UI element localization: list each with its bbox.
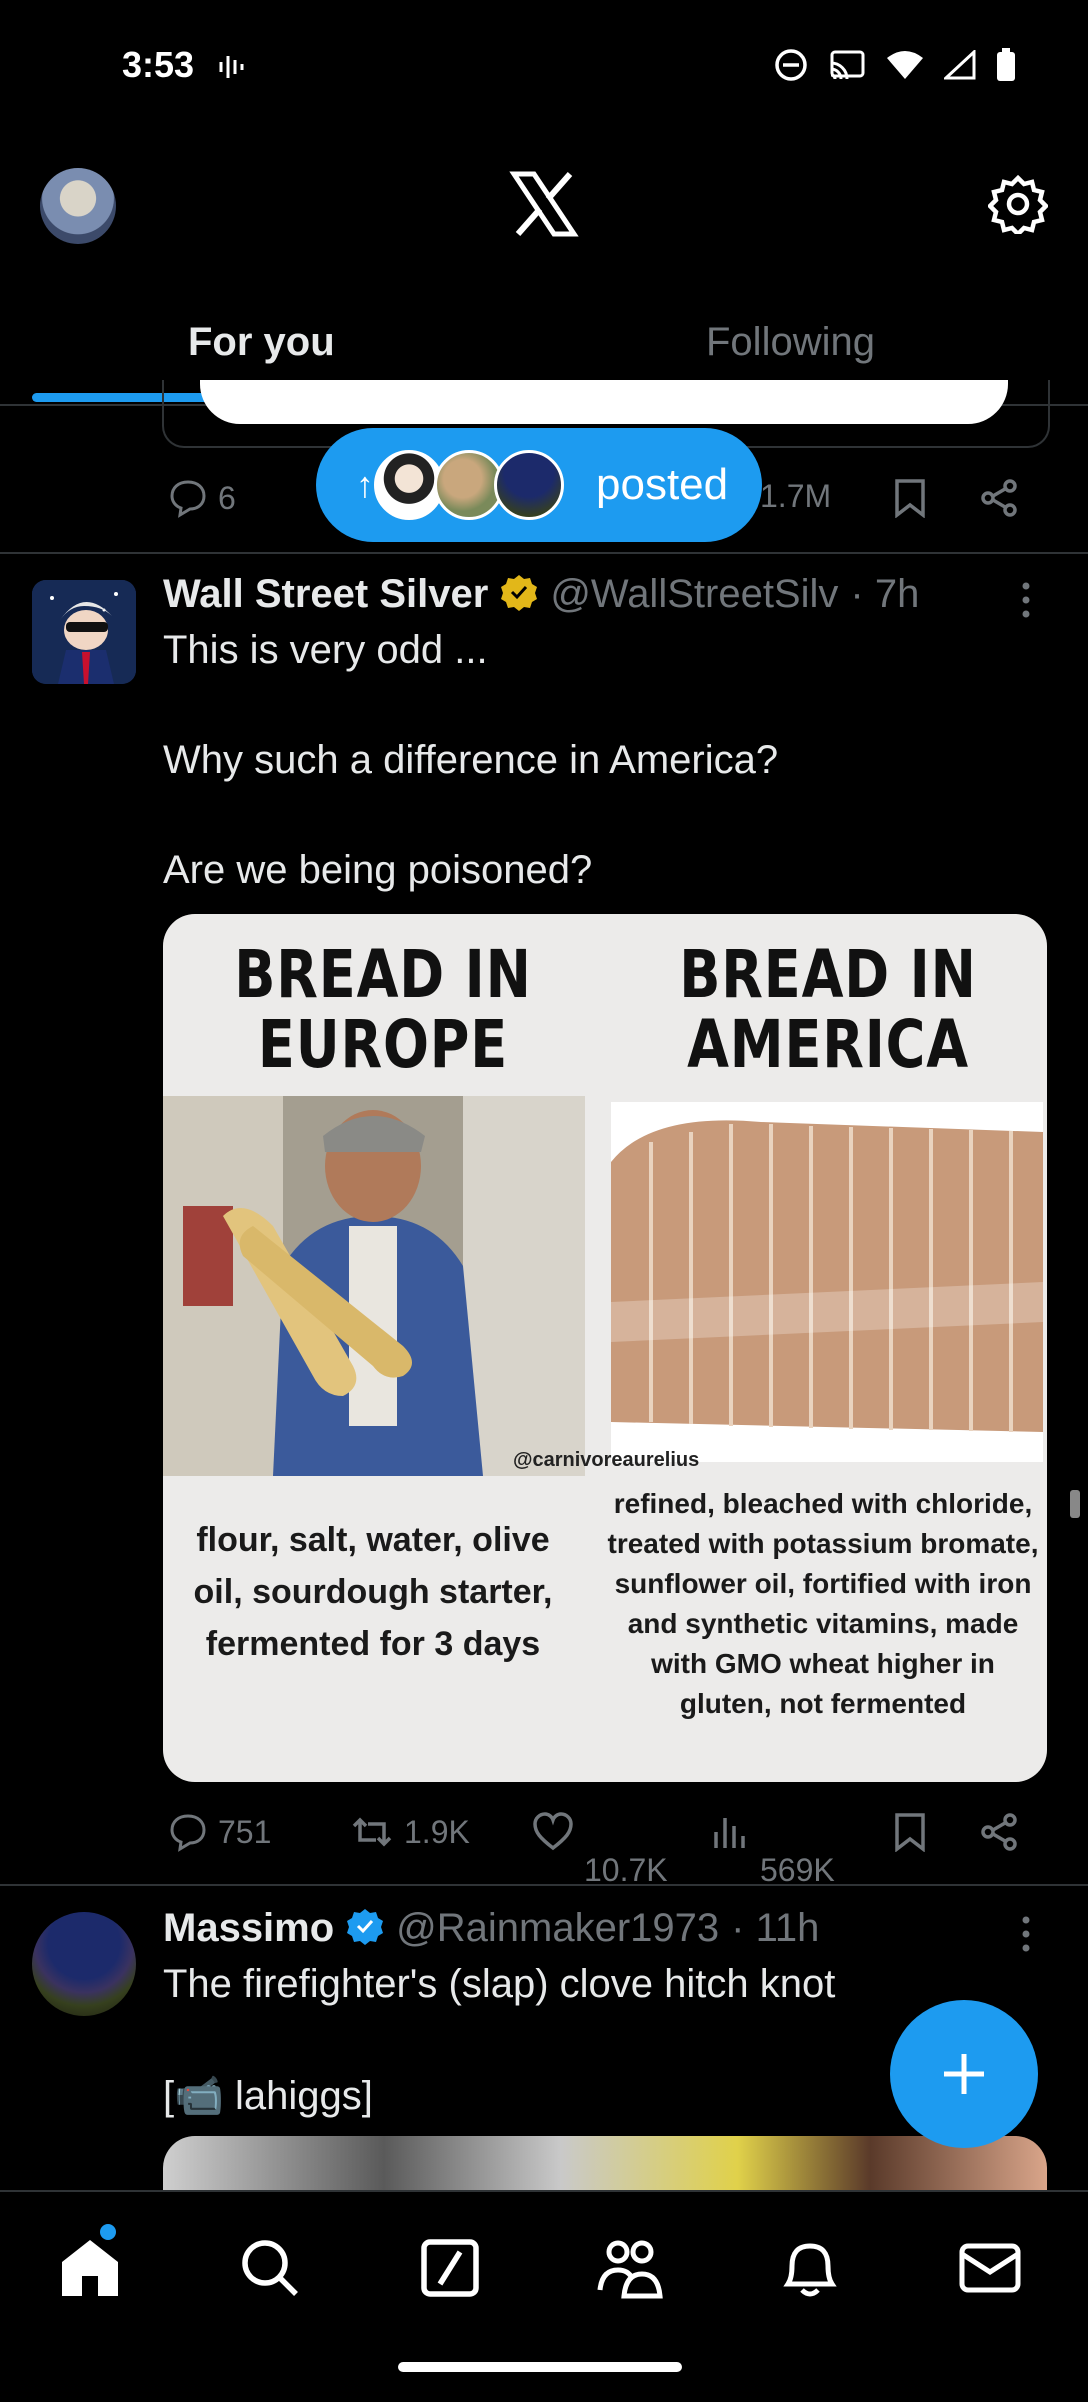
do-not-disturb-icon [774, 48, 808, 87]
bookmark-button[interactable] [892, 478, 928, 518]
divider [0, 1884, 1088, 1886]
gold-verified-badge-icon [500, 573, 538, 616]
more-options-icon[interactable] [1010, 578, 1042, 627]
post-time: · 11h [731, 1906, 820, 1950]
divider [0, 552, 1088, 554]
image-caption-right: refined, bleached with chloride, treated… [607, 1488, 1039, 1719]
voice-activity-icon [218, 52, 246, 87]
status-time: 3:53 [122, 44, 195, 85]
reply-count: 6 [218, 479, 236, 516]
tab-following[interactable]: Following [706, 320, 875, 365]
post-time: · 7h [850, 572, 920, 616]
x-logo-icon [508, 168, 580, 240]
plus-icon [944, 2054, 984, 2094]
share-button[interactable] [980, 1812, 1020, 1852]
wifi-icon [886, 50, 924, 85]
share-button[interactable] [980, 478, 1020, 518]
reply-icon [170, 480, 206, 518]
author-handle[interactable]: @Rainmaker1973 [396, 1906, 719, 1951]
man-with-baguettes-photo [163, 1096, 585, 1476]
view-count: 1.7M [760, 478, 832, 514]
more-options-icon[interactable] [1010, 1912, 1042, 1961]
posted-label: posted [596, 460, 729, 509]
repost-button[interactable]: 1.9K [350, 1812, 470, 1852]
cell-signal-icon [942, 48, 976, 85]
mail-icon [959, 2243, 1021, 2293]
tweet-text: Why such a difference in America? [163, 738, 779, 782]
communities-icon [597, 2240, 663, 2299]
nav-grok[interactable] [414, 2232, 486, 2304]
avatar[interactable] [32, 1912, 136, 2016]
author-name[interactable]: Massimo [163, 1906, 334, 1951]
blue-verified-badge-icon [346, 1907, 384, 1950]
image-heading-left: BREAD IN EUROPE [234, 936, 532, 1083]
repost-count: 1.9K [404, 1813, 470, 1850]
search-icon [242, 2240, 298, 2296]
battery-icon [996, 48, 1016, 87]
avatar [494, 450, 564, 520]
home-gesture-bar[interactable] [398, 2362, 682, 2372]
bookmark-button[interactable] [892, 1812, 928, 1852]
image-caption-left: flour, salt, water, olive oil, sourdough… [193, 1521, 553, 1663]
new-posts-pill[interactable]: ↑ posted [316, 428, 762, 542]
avatar[interactable] [32, 580, 136, 684]
grok-icon [421, 2239, 479, 2297]
home-icon [62, 2240, 118, 2296]
settings-gear-icon[interactable] [986, 174, 1050, 238]
nav-communities[interactable] [594, 2232, 666, 2304]
views-button[interactable] [712, 1812, 748, 1852]
scrollbar-thumb[interactable] [1070, 1490, 1080, 1518]
views-count-button[interactable]: 1.7M [760, 478, 831, 515]
unread-dot [100, 2224, 116, 2240]
cast-icon [828, 49, 866, 86]
reply-count: 751 [218, 1813, 272, 1850]
reply-icon [170, 1814, 206, 1852]
tweet-header: Massimo @Rainmaker1973 · 11h [163, 1906, 819, 1951]
image-heading-right: BREAD IN AMERICA [679, 936, 977, 1083]
author-name[interactable]: Wall Street Silver [163, 572, 488, 617]
tweet-text: This is very odd ... [163, 628, 488, 672]
tweet-image[interactable]: BREAD IN EUROPE BREAD IN AMERICA @carniv… [163, 914, 1047, 1782]
tab-for-you[interactable]: For you [188, 320, 335, 365]
bookmark-icon [895, 479, 925, 518]
sliced-bread-photo [611, 1102, 1043, 1462]
tweet-video[interactable] [163, 2136, 1047, 2190]
heart-icon [533, 1812, 573, 1851]
tweet-text: [📹 lahiggs] [163, 2074, 373, 2118]
nav-home[interactable] [54, 2232, 126, 2304]
repost-icon [352, 1817, 392, 1847]
nav-messages[interactable] [954, 2232, 1026, 2304]
reply-button[interactable]: 751 [168, 1812, 271, 1852]
like-button[interactable] [532, 1812, 574, 1852]
tweet-header: Wall Street Silver @WallStreetSilv · 7h [163, 572, 919, 617]
tweet-text: Are we being poisoned? [163, 848, 593, 892]
profile-avatar[interactable] [40, 168, 116, 244]
quoted-post-media [200, 380, 1008, 424]
image-watermark: @carnivoreaurelius [513, 1449, 700, 1471]
bell-icon [783, 2243, 837, 2297]
share-icon [981, 1813, 1017, 1851]
nav-search[interactable] [234, 2232, 306, 2304]
tweet-text: The firefighter's (slap) clove hitch kno… [163, 1962, 836, 2006]
bookmark-icon [895, 1813, 925, 1852]
views-chart-icon [714, 1818, 745, 1848]
nav-notifications[interactable] [774, 2232, 846, 2304]
author-handle[interactable]: @WallStreetSilv [550, 572, 838, 617]
reply-button[interactable]: 6 [168, 478, 236, 518]
share-icon [981, 479, 1017, 517]
status-icons [774, 48, 1016, 87]
compose-post-button[interactable] [890, 2000, 1038, 2148]
